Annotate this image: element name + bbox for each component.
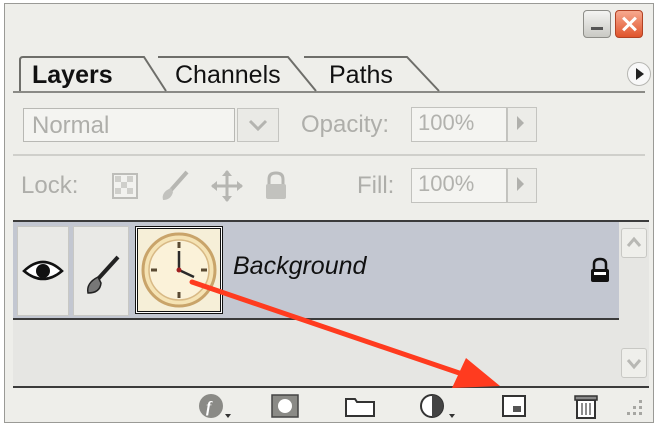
annotation-arrow xyxy=(189,279,500,388)
